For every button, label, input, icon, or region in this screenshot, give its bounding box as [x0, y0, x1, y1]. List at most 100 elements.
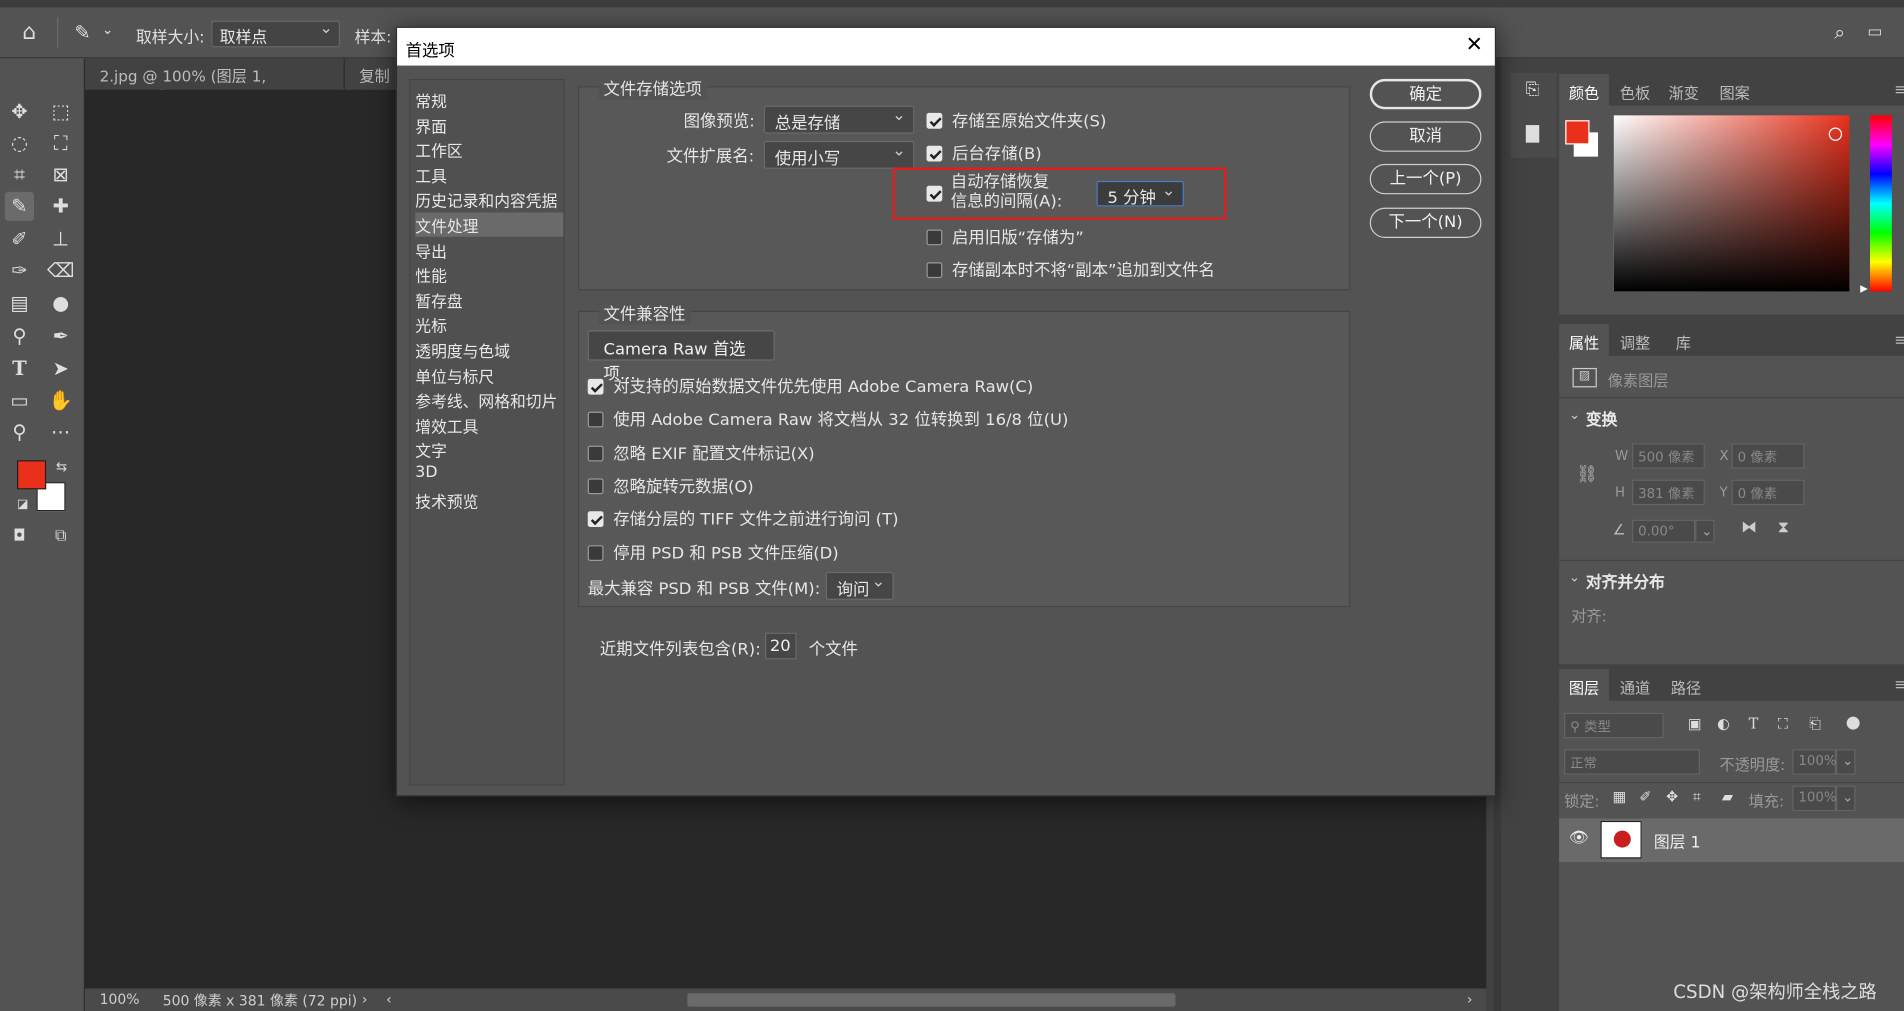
marquee-tool-icon[interactable]: ⬚: [46, 97, 75, 126]
checkbox-icon[interactable]: [587, 378, 604, 395]
tab-color[interactable]: 颜色: [1559, 74, 1609, 106]
eyedropper-tool-icon[interactable]: ✎: [68, 18, 97, 47]
checkbox-icon[interactable]: [926, 112, 943, 129]
cancel-button[interactable]: 取消: [1369, 121, 1482, 152]
layer-row[interactable]: 👁 图层 1: [1559, 818, 1904, 863]
ok-button[interactable]: 确定: [1369, 78, 1482, 110]
panel-menu-icon[interactable]: ≡: [1885, 669, 1904, 701]
screen-mode-icon[interactable]: ⧉: [46, 522, 75, 551]
rectangle-tool-icon[interactable]: ▭: [5, 386, 34, 415]
lock-image-icon[interactable]: ✐: [1639, 788, 1651, 805]
category-item[interactable]: 界面: [415, 112, 563, 137]
home-icon[interactable]: ⌂: [15, 18, 44, 47]
compat-option-checkbox[interactable]: 使用 Adobe Camera Raw 将文档从 32 位转换到 16/8 位(…: [587, 406, 1068, 430]
category-item[interactable]: 性能: [415, 263, 563, 287]
category-item[interactable]: 导出: [415, 238, 563, 262]
align-title[interactable]: 对齐并分布: [1586, 570, 1665, 592]
hue-slider[interactable]: [1870, 115, 1892, 292]
filter-adjustment-icon[interactable]: ◐: [1717, 715, 1730, 732]
scroll-right-icon[interactable]: ›: [1467, 991, 1473, 1008]
hue-slider-handle[interactable]: ▶: [1860, 283, 1867, 294]
legacy-save-as-checkbox[interactable]: 启用旧版“存储为”: [926, 223, 1084, 248]
stamp-tool-icon[interactable]: ⊥: [46, 225, 75, 254]
auto-save-checkbox[interactable]: [926, 185, 953, 204]
horizontal-scrollbar[interactable]: [687, 993, 1176, 1007]
hand-tool-icon[interactable]: ✋: [46, 386, 75, 415]
filter-toggle-icon[interactable]: ●: [1846, 713, 1861, 732]
eraser-tool-icon[interactable]: ⌫: [46, 256, 75, 285]
dodge-tool-icon[interactable]: ⚲: [5, 322, 34, 351]
path-select-icon[interactable]: ➤: [46, 355, 75, 384]
tab-layers[interactable]: 图层: [1559, 669, 1609, 701]
tab-properties[interactable]: 属性: [1559, 324, 1609, 356]
flip-vertical-icon[interactable]: ⧗: [1778, 519, 1789, 537]
background-save-checkbox[interactable]: 后台存储(B): [926, 140, 1042, 164]
tab-document[interactable]: 2.jpg @ 100% (图层 1, RGB/8#) * ×: [85, 58, 345, 104]
no-copy-suffix-checkbox[interactable]: 存储副本时不将“副本”追加到文件名: [926, 256, 1215, 281]
layer-filter-select[interactable]: ⚲ 类型: [1564, 712, 1664, 739]
healing-brush-icon[interactable]: ✚: [46, 192, 75, 221]
crop-tool-icon[interactable]: ⌗: [5, 160, 34, 189]
auto-save-interval-select[interactable]: 5 分钟: [1096, 180, 1184, 208]
opacity-field[interactable]: 100%: [1792, 749, 1837, 775]
layer-name[interactable]: 图层 1: [1654, 829, 1701, 852]
frame-tool-icon[interactable]: ⊠: [46, 160, 75, 189]
scroll-left-icon[interactable]: ‹: [386, 991, 392, 1008]
search-icon[interactable]: ⌕: [1825, 18, 1854, 47]
category-item[interactable]: 参考线、网格和切片: [415, 388, 563, 412]
flip-horizontal-icon[interactable]: ⧓: [1741, 519, 1757, 537]
lock-all-icon[interactable]: ▰: [1722, 788, 1733, 805]
checkbox-icon[interactable]: [587, 478, 604, 495]
checkbox-icon[interactable]: [926, 229, 943, 246]
tab-swatches[interactable]: 色板: [1610, 74, 1660, 106]
filter-type-icon[interactable]: T: [1749, 715, 1759, 732]
category-item[interactable]: 技术预览: [415, 488, 563, 512]
category-item[interactable]: 常规: [415, 87, 563, 112]
object-select-icon[interactable]: ⛶: [46, 129, 75, 158]
tab-channels[interactable]: 通道: [1610, 669, 1660, 701]
width-field[interactable]: 500 像素: [1632, 443, 1705, 469]
move-tool-icon[interactable]: ✥: [5, 97, 34, 126]
chevron-down-icon[interactable]: ⌄: [1695, 519, 1715, 543]
panel-menu-icon[interactable]: ≡: [1885, 324, 1904, 356]
checkbox-icon[interactable]: [587, 511, 604, 528]
category-item[interactable]: 工具: [415, 162, 563, 187]
y-field[interactable]: 0 像素: [1731, 479, 1805, 506]
tab-adjustments[interactable]: 调整: [1610, 324, 1660, 356]
quick-mask-icon[interactable]: ◘: [5, 522, 34, 551]
save-to-original-folder-checkbox[interactable]: 存储至原始文件夹(S): [926, 107, 1106, 131]
workspace-icon[interactable]: ▭: [1860, 18, 1889, 47]
checkbox-icon[interactable]: [587, 544, 604, 561]
lock-transparent-icon[interactable]: ▦: [1613, 788, 1627, 805]
filter-pixel-icon[interactable]: ▣: [1688, 715, 1702, 732]
pen-tool-icon[interactable]: ✒: [46, 322, 75, 351]
chevron-down-icon[interactable]: ⌄: [1569, 407, 1580, 423]
checkbox-icon[interactable]: [926, 185, 943, 202]
swap-colors-icon[interactable]: ⇆: [56, 459, 67, 475]
eyedropper-tool-icon[interactable]: ✎: [4, 191, 35, 222]
max-compat-select[interactable]: 询问: [825, 571, 894, 600]
lock-position-icon[interactable]: ✥: [1666, 788, 1678, 805]
visibility-eye-icon[interactable]: 👁: [1569, 829, 1589, 847]
foreground-swatch[interactable]: [1565, 120, 1590, 145]
chevron-down-icon[interactable]: ⌄: [102, 22, 113, 38]
color-field[interactable]: [1613, 115, 1850, 292]
filter-smart-object-icon[interactable]: ⎗: [1809, 715, 1821, 733]
color-picker-handle[interactable]: [1828, 127, 1843, 141]
tab-gradients[interactable]: 渐变: [1659, 74, 1709, 106]
image-preview-select[interactable]: 总是存储: [763, 105, 915, 134]
recent-files-count-input[interactable]: 20: [765, 632, 797, 660]
type-tool-icon[interactable]: T: [5, 355, 34, 384]
x-field[interactable]: 0 像素: [1731, 443, 1805, 469]
angle-field[interactable]: 0.00°: [1632, 519, 1696, 543]
transform-title[interactable]: 变换: [1586, 407, 1618, 430]
chevron-down-icon[interactable]: ⌄: [1836, 749, 1856, 775]
chevron-down-icon[interactable]: ⌄: [1569, 570, 1580, 586]
compat-option-checkbox[interactable]: 存储分层的 TIFF 文件之前进行询问 (T): [587, 505, 898, 530]
lasso-tool-icon[interactable]: ◌: [5, 129, 34, 158]
history-brush-icon[interactable]: ✑: [5, 256, 34, 285]
category-item[interactable]: 光标: [415, 313, 563, 337]
checkbox-icon[interactable]: [926, 262, 943, 279]
tab-libraries[interactable]: 库: [1666, 324, 1701, 356]
foreground-color-swatch[interactable]: [17, 460, 47, 490]
